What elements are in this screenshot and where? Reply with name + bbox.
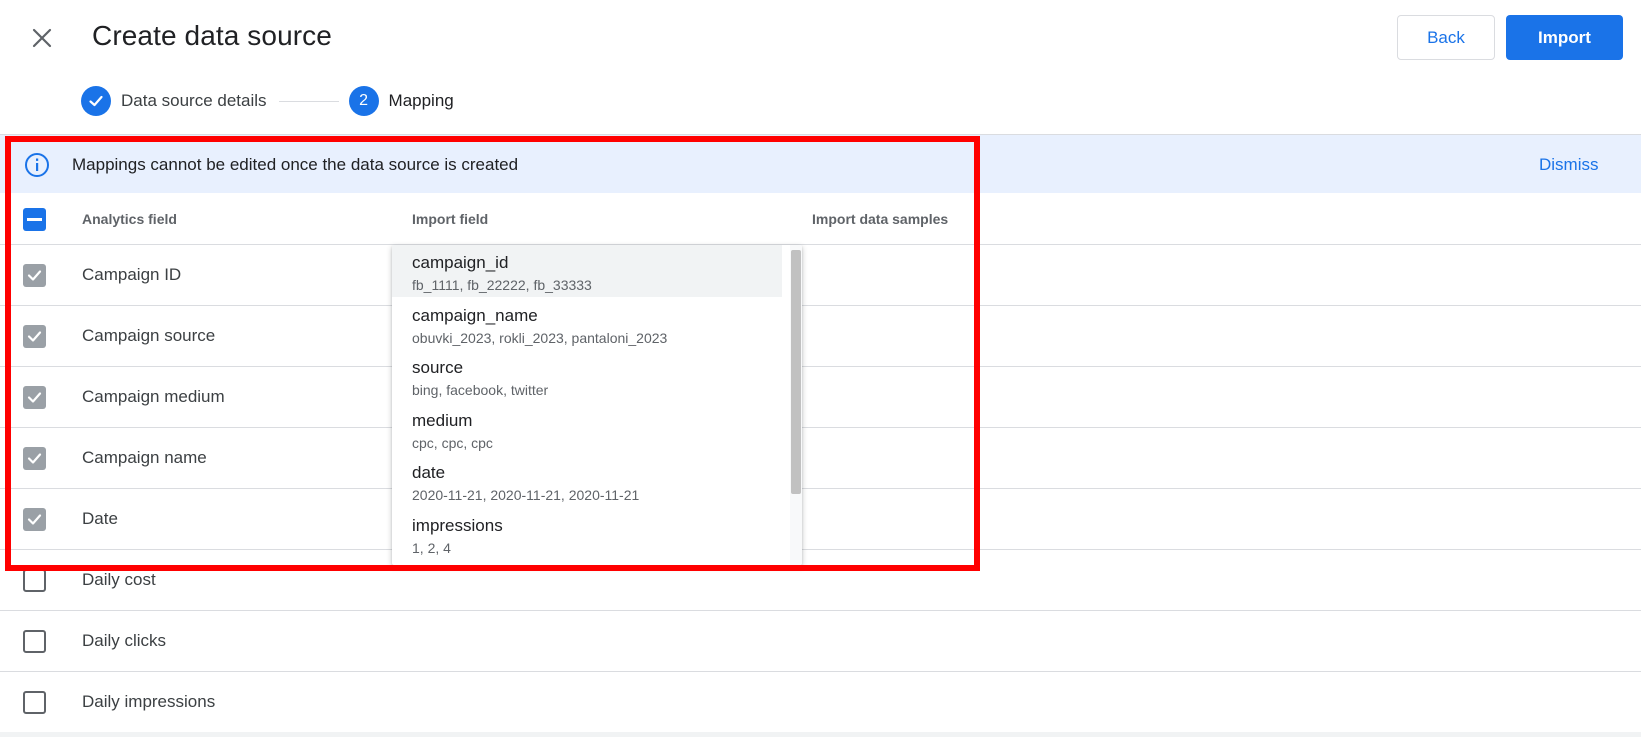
table-row: Campaign source — [0, 306, 1641, 367]
row-checkbox[interactable] — [23, 508, 46, 531]
analytics-field-label: Campaign source — [82, 326, 216, 345]
dropdown-option[interactable]: impressions 1, 2, 4 — [392, 508, 782, 560]
option-sample-values: 2020-11-21, 2020-11-21, 2020-11-21 — [412, 487, 640, 503]
option-sample-values: bing, facebook, twitter — [412, 382, 549, 398]
close-button[interactable] — [22, 18, 62, 58]
analytics-field-label: Campaign medium — [82, 387, 225, 406]
option-field-name: campaign_id — [412, 253, 509, 272]
page-header: Create data source Back Import Data sour… — [0, 0, 1641, 133]
table-row: Date — [0, 489, 1641, 550]
dropdown-option[interactable]: campaign_name obuvki_2023, rokli_2023, pa… — [392, 298, 782, 350]
back-button[interactable]: Back — [1397, 15, 1495, 60]
check-icon — [27, 514, 42, 525]
table-row: Daily clicks — [0, 611, 1641, 672]
analytics-field-label: Daily clicks — [82, 631, 167, 650]
indeterminate-icon — [27, 218, 42, 221]
dismiss-link[interactable]: Dismiss — [1539, 155, 1599, 175]
option-sample-values: 1, 2, 4 — [412, 540, 451, 556]
row-checkbox[interactable] — [23, 325, 46, 348]
analytics-field-label: Daily cost — [82, 570, 156, 589]
option-field-name: date — [412, 463, 446, 482]
table-header: Analytics field Import field Import data… — [0, 193, 1641, 245]
option-sample-values: obuvki_2023, rokli_2023, pantaloni_2023 — [412, 330, 668, 346]
table-row: Campaign ID — [0, 245, 1641, 306]
row-checkbox[interactable] — [23, 447, 46, 470]
row-checkbox[interactable] — [23, 630, 46, 653]
import-field-dropdown[interactable]: campaign_id fb_1111, fb_22222, fb_33333 ca… — [392, 245, 802, 565]
analytics-field-label: Daily impressions — [82, 692, 216, 711]
close-icon — [32, 28, 52, 48]
step-connector — [278, 100, 339, 102]
column-header-import-data-samples: Import data samples — [812, 211, 949, 227]
column-header-analytics-field: Analytics field — [82, 211, 177, 227]
table-row: Daily impressions — [0, 672, 1641, 733]
dropdown-scrollbar-thumb[interactable] — [791, 250, 801, 494]
select-all-checkbox[interactable] — [23, 208, 46, 231]
table-row: Campaign name — [0, 428, 1641, 489]
dropdown-option[interactable]: source bing, facebook, twitter — [392, 350, 782, 402]
table-row: Daily cost — [0, 550, 1641, 611]
option-field-name: impressions — [412, 516, 503, 535]
table-row: Campaign medium — [0, 367, 1641, 428]
step-number-mapping: 2 — [348, 86, 379, 116]
check-icon — [89, 95, 103, 107]
check-icon — [27, 453, 42, 464]
dropdown-scrollbar[interactable] — [790, 245, 802, 565]
analytics-field-label: Campaign name — [82, 448, 207, 467]
option-field-name: source — [412, 358, 464, 377]
dropdown-option[interactable]: medium cpc, cpc, cpc — [392, 403, 782, 455]
row-checkbox[interactable] — [23, 386, 46, 409]
option-sample-values: fb_1111, fb_22222, fb_33333 — [412, 277, 592, 293]
analytics-field-label: Campaign ID — [82, 265, 182, 284]
info-banner: Mappings cannot be edited once the data … — [0, 134, 1641, 193]
option-sample-values: cpc, cpc, cpc — [412, 435, 493, 451]
option-field-name: medium — [412, 411, 473, 430]
page-title: Create data source — [92, 20, 332, 51]
banner-message: Mappings cannot be edited once the data … — [72, 155, 519, 174]
step-done-indicator — [81, 86, 111, 116]
row-checkbox[interactable] — [23, 264, 46, 287]
info-icon — [25, 153, 49, 177]
check-icon — [27, 392, 42, 403]
option-field-name: campaign_name — [412, 306, 538, 325]
step-label-mapping[interactable]: Mapping — [389, 91, 454, 111]
import-button[interactable]: Import — [1506, 15, 1623, 60]
column-header-import-field: Import field — [412, 211, 489, 227]
row-checkbox[interactable] — [23, 569, 46, 592]
check-icon — [27, 331, 42, 342]
step-label-details[interactable]: Data source details — [121, 91, 267, 111]
stepper: Data source details 2 Mapping — [81, 86, 454, 116]
check-icon — [27, 270, 42, 281]
dropdown-option[interactable]: date 2020-11-21, 2020-11-21, 2020-11-21 — [392, 455, 782, 507]
analytics-field-label: Date — [82, 509, 118, 528]
footer-strip — [0, 732, 1641, 737]
row-checkbox[interactable] — [23, 691, 46, 714]
dropdown-option[interactable]: campaign_id fb_1111, fb_22222, fb_33333 — [392, 245, 782, 297]
